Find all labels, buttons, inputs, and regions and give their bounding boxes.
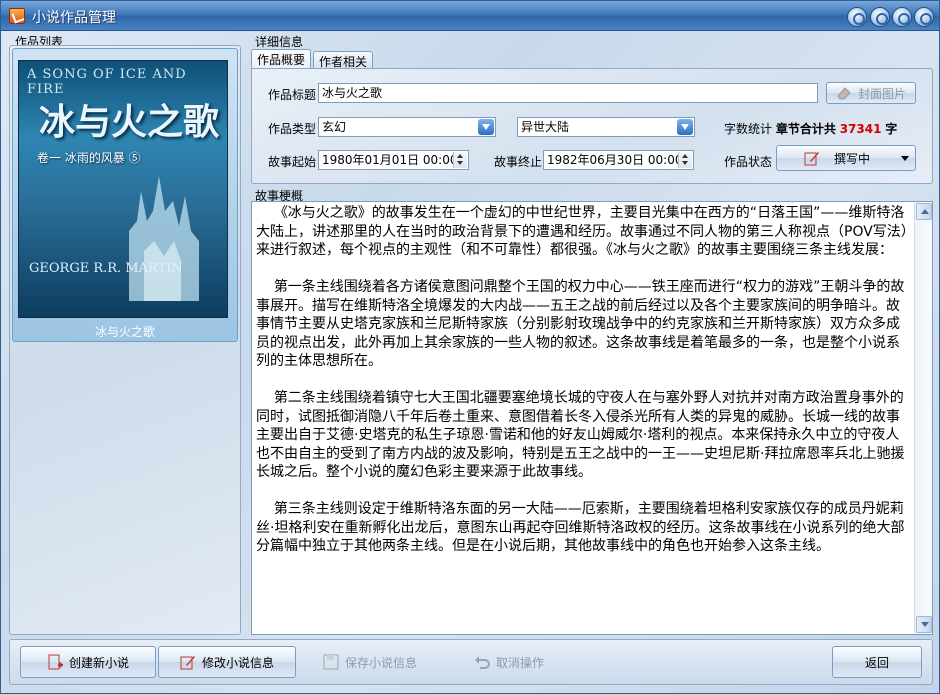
cover-image-button[interactable]: 封面图片 xyxy=(826,82,916,104)
dropdown-arrow-icon xyxy=(901,156,909,161)
word-count-unit: 字 xyxy=(885,122,898,136)
close-button[interactable] xyxy=(914,7,934,27)
back-button[interactable]: 返回 xyxy=(832,646,922,678)
back-label: 返回 xyxy=(864,655,889,670)
chevron-down-icon[interactable] xyxy=(677,119,693,135)
subtype-value: 异世大陆 xyxy=(521,120,570,134)
status-value: 撰写中 xyxy=(833,151,870,166)
synopsis-textarea[interactable]: 《冰与火之歌》的故事发生在一个虚幻的中世纪世界，主要目光集中在西方的“日落王国”… xyxy=(251,201,933,635)
start-date-spinner[interactable] xyxy=(453,152,467,168)
tab-author[interactable]: 作者相关 xyxy=(313,51,374,69)
cover-image-label: 封面图片 xyxy=(857,86,906,101)
start-date-picker[interactable]: 1980年01月01日 00:00 xyxy=(318,150,469,170)
overview-tab-body: 作品标题 冰与火之歌 封面图片 作品类型 玄幻 异世大陆 字数统计 章节合计共 xyxy=(251,68,933,184)
details-panel: 作品概要 作者相关 作品标题 冰与火之歌 封面图片 作品类型 玄幻 异世大陆 字… xyxy=(249,45,933,185)
cover-subtitle: 卷一 冰雨的风暴 ⑤ xyxy=(37,151,141,165)
castle-illustration xyxy=(129,176,199,301)
type-label: 作品类型 xyxy=(268,122,317,136)
book-cover-image: A SONG OF ICE AND FIRE 冰与火之歌 卷一 冰雨的风暴 ⑤ … xyxy=(18,60,228,318)
chevron-down-icon[interactable] xyxy=(478,119,494,135)
create-novel-button[interactable]: 创建新小说 xyxy=(20,646,156,678)
edit-novel-button[interactable]: 修改小说信息 xyxy=(158,646,296,678)
status-label: 作品状态 xyxy=(724,155,773,169)
end-date-picker[interactable]: 1982年06月30日 00:00 xyxy=(543,150,694,170)
edit-icon xyxy=(180,654,196,670)
title-input[interactable]: 冰与火之歌 xyxy=(318,83,818,103)
app-icon xyxy=(9,8,25,24)
type-select[interactable]: 玄幻 xyxy=(318,117,496,137)
cover-author: GEORGE R.R. MARTIN xyxy=(29,261,183,276)
scroll-down-icon[interactable] xyxy=(916,616,932,633)
eraser-icon xyxy=(836,85,852,101)
word-count-value: 37341 xyxy=(839,122,882,136)
bottom-toolbar: 创建新小说 修改小说信息 保存小说信息 取消操作 返回 xyxy=(9,639,933,685)
cover-title: 冰与火之歌 xyxy=(39,101,220,143)
new-document-icon xyxy=(47,654,63,670)
book-name: 冰与火之歌 xyxy=(94,325,155,339)
maximize-button[interactable] xyxy=(892,7,912,27)
skin-icon[interactable] xyxy=(847,7,867,27)
end-label: 故事终止 xyxy=(494,155,543,169)
save-icon xyxy=(323,654,339,670)
scroll-up-icon[interactable] xyxy=(916,203,932,220)
word-count-prefix: 章节合计共 xyxy=(775,122,836,136)
start-label: 故事起始 xyxy=(268,155,317,169)
save-novel-button[interactable]: 保存小说信息 xyxy=(302,646,438,678)
start-date-value: 1980年01月01日 00:00 xyxy=(322,153,458,167)
save-novel-label: 保存小说信息 xyxy=(344,655,417,670)
synopsis-text[interactable]: 《冰与火之歌》的故事发生在一个虚幻的中世纪世界，主要目光集中在西方的“日落王国”… xyxy=(256,204,908,632)
synopsis-panel: 《冰与火之歌》的故事发生在一个虚幻的中世纪世界，主要目光集中在西方的“日落王国”… xyxy=(249,187,933,637)
pencil-icon xyxy=(804,150,820,166)
subtype-select[interactable]: 异世大陆 xyxy=(517,117,695,137)
minimize-button[interactable] xyxy=(870,7,890,27)
works-list[interactable]: A SONG OF ICE AND FIRE 冰与火之歌 卷一 冰雨的风暴 ⑤ … xyxy=(9,45,241,635)
tab-overview[interactable]: 作品概要 xyxy=(251,49,312,69)
list-item[interactable]: A SONG OF ICE AND FIRE 冰与火之歌 卷一 冰雨的风暴 ⑤ … xyxy=(12,48,238,342)
status-dropdown[interactable]: 撰写中 xyxy=(776,145,916,171)
cancel-button[interactable]: 取消操作 xyxy=(454,646,564,678)
create-novel-label: 创建新小说 xyxy=(68,655,129,670)
edit-novel-label: 修改小说信息 xyxy=(201,655,274,670)
word-count: 字数统计 章节合计共 37341 字 xyxy=(724,120,897,137)
type-value: 玄幻 xyxy=(322,120,347,134)
vertical-scrollbar[interactable] xyxy=(914,202,932,634)
end-date-value: 1982年06月30日 00:00 xyxy=(547,153,683,167)
word-count-label: 字数统计 xyxy=(724,122,773,136)
title-label: 作品标题 xyxy=(268,88,317,102)
cancel-label: 取消操作 xyxy=(495,655,544,670)
main-window: 小说作品管理 作品列表 A SONG OF ICE AND FIRE 冰与火之歌… xyxy=(0,0,940,694)
undo-icon xyxy=(474,654,490,670)
end-date-spinner[interactable] xyxy=(678,152,692,168)
title-bar[interactable]: 小说作品管理 xyxy=(1,1,939,31)
window-title: 小说作品管理 xyxy=(32,10,116,26)
